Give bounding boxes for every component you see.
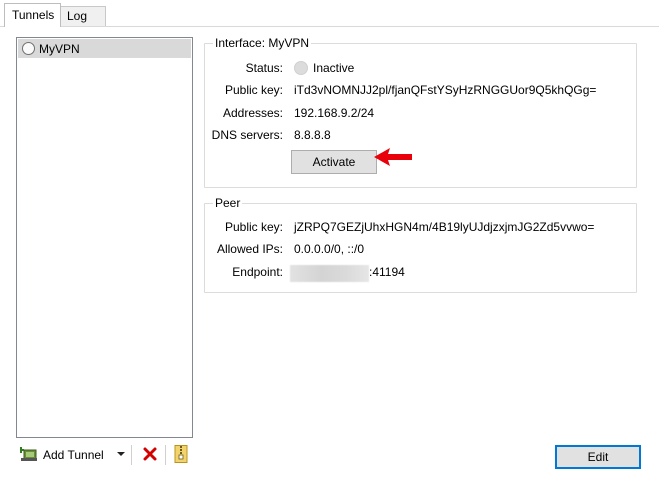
allowed-ips-value: 0.0.0.0/0, ::/0 [294, 242, 365, 256]
endpoint-row: Endpoint: :41194 [205, 264, 636, 282]
tunnel-list[interactable]: MyVPN [16, 37, 193, 438]
public-key-value: iTd3vNOMNJJ2pl/fjanQFstYSyHzRNGGUor9Q5kh… [294, 83, 597, 97]
toolbar-separator [131, 445, 132, 465]
list-item[interactable]: MyVPN [18, 39, 191, 58]
add-tunnel-label: Add Tunnel [43, 448, 104, 462]
endpoint-label: Endpoint: [232, 265, 283, 279]
tab-tunnels[interactable]: Tunnels [4, 3, 61, 27]
add-tunnel-icon [18, 447, 38, 463]
tunnel-toolbar: Add Tunnel [16, 442, 196, 468]
tab-divider [0, 26, 659, 27]
addresses-row: Addresses: 192.168.9.2/24 [205, 105, 636, 121]
interface-title: Interface: MyVPN [213, 36, 312, 50]
public-key-label: Public key: [224, 83, 283, 97]
toolbar-separator [165, 445, 166, 465]
dns-label: DNS servers: [211, 128, 283, 142]
tab-log[interactable]: Log [60, 6, 106, 26]
activate-button[interactable]: Activate [291, 150, 377, 174]
dns-row: DNS servers: 8.8.8.8 [205, 127, 636, 143]
tunnel-name: MyVPN [39, 41, 80, 56]
peer-public-key-row: Public key: jZRPQ7GEZjUhxHGN4m/4B19lyUJd… [205, 219, 636, 235]
tab-bar: Tunnels Log [0, 0, 659, 27]
delete-tunnel-button[interactable] [142, 446, 158, 462]
edit-button[interactable]: Edit [555, 445, 641, 469]
zip-export-icon [174, 445, 188, 463]
interface-group: Interface: MyVPN Status: Inactive Public… [204, 36, 637, 188]
annotation-arrow-icon [374, 148, 412, 166]
addresses-label: Addresses: [222, 106, 283, 120]
status-value: Inactive [313, 61, 355, 75]
endpoint-port: :41194 [369, 265, 405, 279]
addresses-value: 192.168.9.2/24 [294, 106, 375, 120]
peer-public-key-label: Public key: [224, 220, 283, 234]
tunnel-status-icon [22, 42, 35, 55]
peer-title: Peer [213, 196, 243, 210]
peer-group: Peer Public key: jZRPQ7GEZjUhxHGN4m/4B19… [204, 196, 637, 293]
dns-value: 8.8.8.8 [294, 128, 331, 142]
chevron-down-icon[interactable] [117, 452, 125, 456]
delete-x-icon [143, 447, 157, 461]
public-key-row: Public key: iTd3vNOMNJJ2pl/fjanQFstYSyHz… [205, 82, 636, 98]
status-label: Status: [245, 61, 283, 75]
endpoint-host-redacted [290, 265, 369, 282]
allowed-ips-label: Allowed IPs: [216, 242, 283, 256]
status-row: Status: Inactive [205, 60, 636, 76]
status-indicator-icon [294, 61, 308, 75]
export-tunnels-button[interactable] [174, 445, 188, 463]
add-tunnel-button[interactable]: Add Tunnel [18, 444, 104, 466]
peer-public-key-value: jZRPQ7GEZjUhxHGN4m/4B19lyUJdjzxjmJG2Zd5v… [294, 220, 595, 234]
allowed-ips-row: Allowed IPs: 0.0.0.0/0, ::/0 [205, 241, 636, 257]
